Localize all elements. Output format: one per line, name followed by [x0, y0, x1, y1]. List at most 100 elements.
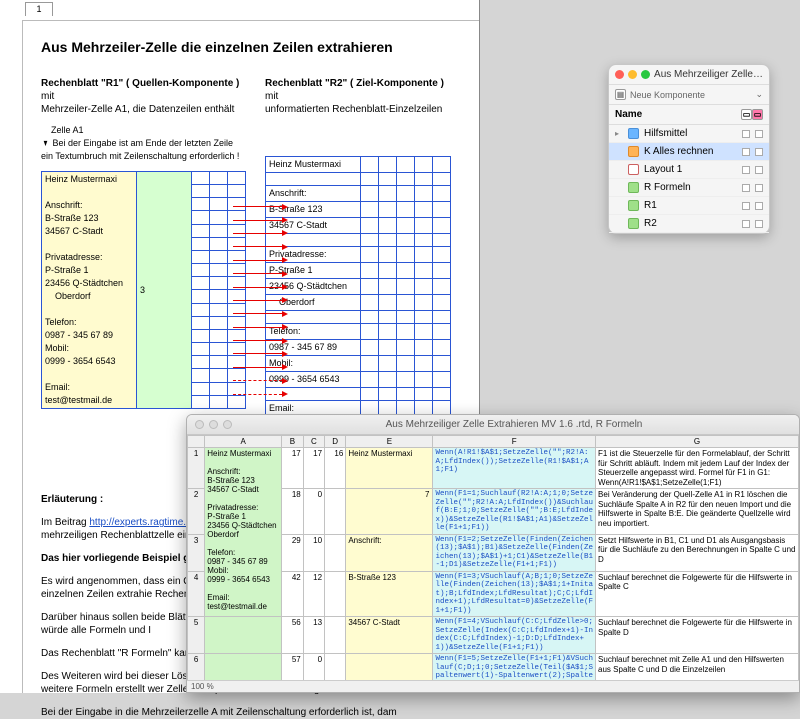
r1-cell-green[interactable]: 3 — [137, 172, 192, 409]
palette-check-1[interactable] — [742, 184, 750, 192]
cell-f[interactable]: Wenn(F1=4;VSuchlauf(C:C;LfdZelle>0;Setze… — [433, 617, 596, 654]
disclosure-icon[interactable]: ▸ — [615, 129, 623, 138]
cell-b[interactable]: 29 — [282, 534, 304, 571]
cell-e[interactable]: B-Straße 123 — [346, 571, 433, 617]
r2-cell[interactable]: Heinz Mustermaxi — [266, 157, 361, 173]
cell-f[interactable]: Wenn(F1=5;SetzeZelle(F1+1;F1)&VSuchlauf(… — [433, 654, 596, 681]
cell-f[interactable]: Wenn(F1=1;Suchlauf(R2!A:A;1;0;SetzeZelle… — [433, 489, 596, 535]
cell-b[interactable]: 18 — [282, 489, 304, 535]
cell-a[interactable]: Heinz Mustermaxi Anschrift: B-Straße 123… — [205, 448, 282, 617]
col-header[interactable]: F — [433, 436, 596, 448]
cell-a[interactable] — [205, 617, 282, 654]
palette-check-1[interactable] — [742, 148, 750, 156]
r2-sub1: mit — [265, 91, 278, 102]
r1-cell-a1[interactable]: Heinz Mustermaxi Anschrift: B-Straße 123… — [42, 172, 137, 409]
chevron-down-icon[interactable]: ⌄ — [755, 89, 763, 100]
cell-f[interactable]: Wenn(A!R1!$A$1;SetzeZelle("";R2!A:A;LfdI… — [433, 448, 596, 489]
palette-item[interactable]: ▸Hilfsmittel — [609, 125, 769, 143]
palette-check-1[interactable] — [742, 166, 750, 174]
minimize-icon[interactable] — [628, 70, 637, 79]
minimize-icon[interactable] — [209, 420, 218, 429]
row-header[interactable]: 6 — [188, 654, 205, 681]
cell-c[interactable]: 0 — [303, 489, 324, 535]
palette-item[interactable]: R Formeln — [609, 179, 769, 197]
cell-c[interactable]: 10 — [303, 534, 324, 571]
row-header[interactable]: 2 — [188, 489, 205, 535]
cell-g[interactable]: Suchlauf berechnet die Folgewerte für di… — [596, 617, 799, 654]
cell-e[interactable]: 7 — [346, 489, 433, 535]
col-header[interactable]: G — [596, 436, 799, 448]
cell-d[interactable] — [325, 617, 346, 654]
palette-check-2[interactable] — [755, 166, 763, 174]
zoom-icon[interactable] — [223, 420, 232, 429]
cell-g[interactable]: Suchlauf berechnet die Folgewerte für di… — [596, 571, 799, 617]
row-header[interactable]: 1 — [188, 448, 205, 489]
cell-b[interactable]: 56 — [282, 617, 304, 654]
cell-g[interactable]: Suchlauf berechnet mit Zelle A1 und den … — [596, 654, 799, 681]
cell-d[interactable] — [325, 534, 346, 571]
close-icon[interactable] — [195, 420, 204, 429]
palette-col-icon-1[interactable]: ▭ — [741, 109, 752, 120]
cell-e[interactable] — [346, 654, 433, 681]
palette-check-2[interactable] — [755, 130, 763, 138]
col-header[interactable]: D — [325, 436, 346, 448]
palette-col-icon-2[interactable]: ▭ — [752, 109, 763, 120]
r1-sheet[interactable]: Heinz Mustermaxi Anschrift: B-Straße 123… — [41, 171, 246, 409]
new-component-row[interactable]: ▦ Neue Komponente ⌄ — [609, 85, 769, 105]
row-header[interactable]: 4 — [188, 571, 205, 617]
close-icon[interactable] — [615, 70, 624, 79]
corner-cell[interactable] — [188, 436, 205, 448]
cell-d[interactable] — [325, 571, 346, 617]
arrow-icon — [233, 334, 288, 347]
cell-e[interactable]: Anschrift: — [346, 534, 433, 571]
cell-g[interactable]: Setzt Hilfswerte in B1, C1 und D1 als Au… — [596, 534, 799, 571]
cell-g[interactable]: F1 ist die Steuerzelle für den Formelabl… — [596, 448, 799, 489]
zoom-icon[interactable] — [641, 70, 650, 79]
col-header[interactable]: B — [282, 436, 304, 448]
col-header[interactable]: C — [303, 436, 324, 448]
cell-d[interactable] — [325, 654, 346, 681]
palette-check-2[interactable] — [755, 184, 763, 192]
cell-c[interactable]: 12 — [303, 571, 324, 617]
cell-d[interactable] — [325, 489, 346, 535]
palette-check-1[interactable] — [742, 220, 750, 228]
cell-f[interactable]: Wenn(F1=3;VSuchlauf(A;B;1;0;SetzeZelle(F… — [433, 571, 596, 617]
zoom-level[interactable]: 100 % — [191, 682, 214, 691]
cell-c[interactable]: 0 — [303, 654, 324, 681]
palette-column-header[interactable]: Name ▭ ▭ — [609, 105, 769, 125]
r2-cell[interactable] — [266, 173, 361, 186]
cell-c[interactable]: 17 — [303, 448, 324, 489]
cell-c[interactable]: 13 — [303, 617, 324, 654]
cell-a[interactable] — [205, 654, 282, 681]
row-header[interactable]: 5 — [188, 617, 205, 654]
spreadsheet-grid[interactable]: ABCDEFG1Heinz Mustermaxi Anschrift: B-St… — [187, 435, 799, 680]
palette-titlebar[interactable]: Aus Mehrzeiliger Zelle… — [609, 65, 769, 85]
palette-title: Aus Mehrzeiliger Zelle… — [654, 69, 763, 80]
palette-check-2[interactable] — [755, 220, 763, 228]
palette-check-2[interactable] — [755, 148, 763, 156]
spreadsheet-window[interactable]: Aus Mehrzeiliger Zelle Extrahieren MV 1.… — [186, 414, 800, 693]
cell-g[interactable]: Bei Veränderung der Quell-Zelle A1 in R1… — [596, 489, 799, 535]
cell-b[interactable]: 17 — [282, 448, 304, 489]
palette-check-2[interactable] — [755, 202, 763, 210]
palette-item[interactable]: R2 — [609, 215, 769, 233]
row-header[interactable]: 3 — [188, 534, 205, 571]
cell-d[interactable]: 16 — [325, 448, 346, 489]
palette-check-1[interactable] — [742, 202, 750, 210]
col-header[interactable]: E — [346, 436, 433, 448]
page-tab-1[interactable]: 1 — [25, 2, 53, 16]
palette-item[interactable]: R1 — [609, 197, 769, 215]
palette-item[interactable]: K Alles rechnen — [609, 143, 769, 161]
cell-e[interactable]: 34567 C-Stadt — [346, 617, 433, 654]
col-header[interactable]: A — [205, 436, 282, 448]
inventory-palette[interactable]: Aus Mehrzeiliger Zelle… ▦ Neue Komponent… — [608, 64, 770, 234]
spreadsheet-titlebar[interactable]: Aus Mehrzeiliger Zelle Extrahieren MV 1.… — [187, 415, 799, 435]
r2-sheet[interactable]: Heinz MustermaxiAnschrift:B-Straße 12334… — [265, 156, 451, 433]
cell-e[interactable]: Heinz Mustermaxi — [346, 448, 433, 489]
palette-item[interactable]: Layout 1 — [609, 161, 769, 179]
arrow-icon — [233, 267, 288, 280]
cell-b[interactable]: 42 — [282, 571, 304, 617]
cell-f[interactable]: Wenn(F1=2;SetzeZelle(Finden(Zeichen(13);… — [433, 534, 596, 571]
cell-b[interactable]: 57 — [282, 654, 304, 681]
palette-check-1[interactable] — [742, 130, 750, 138]
